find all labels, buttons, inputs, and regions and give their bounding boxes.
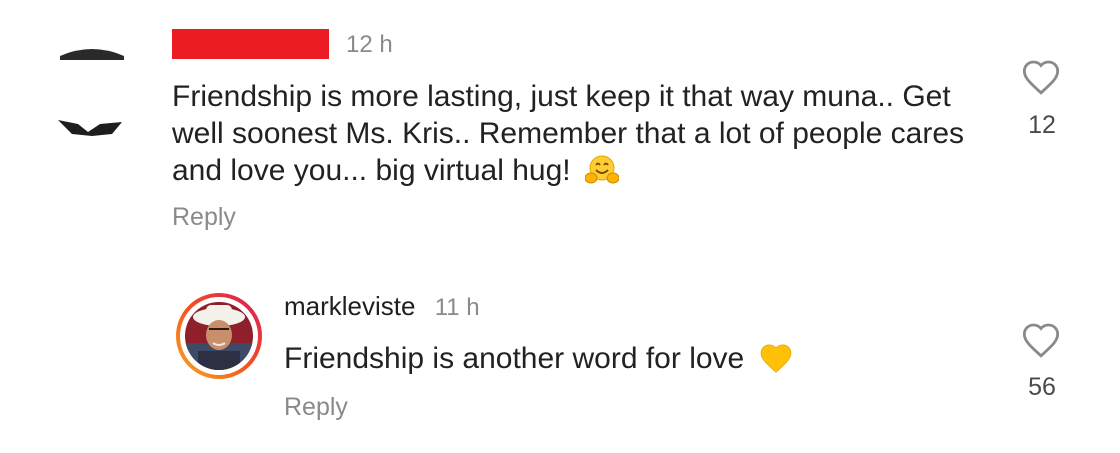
username[interactable]: markleviste [284, 291, 415, 321]
comment-timestamp: 12 h [346, 31, 393, 58]
comment-text: Friendship is more lasting, just keep it… [172, 78, 1002, 195]
like-count: 56 [1028, 373, 1056, 401]
commenter-avatar[interactable] [52, 40, 132, 140]
comment-timestamp: 11 h [434, 294, 480, 321]
redacted-username [172, 29, 329, 59]
yellow-heart-emoji-icon [759, 342, 793, 383]
reply-header: markleviste 11 h [284, 291, 480, 322]
like-count: 12 [1028, 111, 1056, 139]
comment-body: Friendship is another word for love [284, 342, 745, 375]
comment-text: Friendship is another word for love [284, 340, 793, 383]
comment-body: Friendship is more lasting, just keep it… [172, 80, 965, 187]
reply-button[interactable]: Reply [172, 203, 236, 232]
hugging-face-emoji-icon [584, 154, 620, 195]
heart-like-icon[interactable] [1021, 58, 1061, 96]
reply-button[interactable]: Reply [284, 393, 348, 422]
user-avatar[interactable] [176, 293, 262, 379]
heart-like-icon[interactable] [1021, 321, 1061, 359]
